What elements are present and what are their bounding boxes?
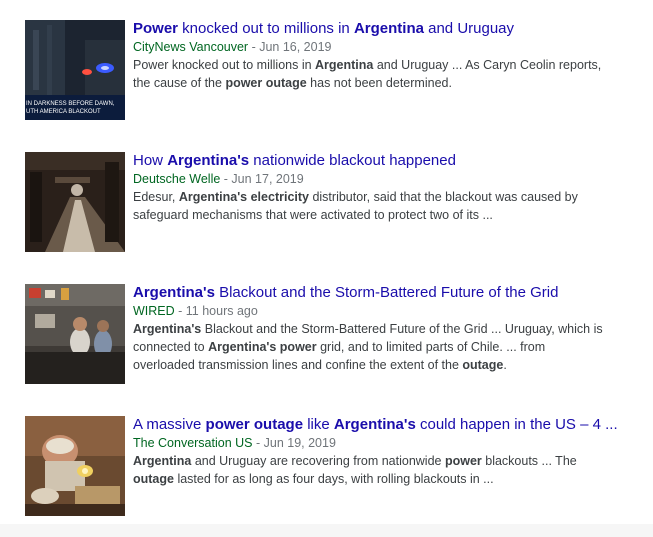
snippet-line: Argentina and Uruguay are recovering fro… bbox=[133, 452, 643, 470]
snippet-text: connected to bbox=[133, 340, 209, 354]
result-source: Deutsche Welle bbox=[133, 172, 221, 186]
snippet-line: Power knocked out to millions in Argenti… bbox=[133, 56, 643, 74]
result-thumbnail[interactable] bbox=[25, 152, 125, 252]
title-highlight: Argentina bbox=[353, 20, 424, 37]
snippet-text: grid, and to limited parts of Chile. ...… bbox=[316, 340, 546, 354]
result-source: The Conversation US bbox=[133, 436, 253, 450]
snippet-highlight: Argentina's power bbox=[208, 340, 317, 354]
result-thumbnail[interactable] bbox=[25, 416, 125, 516]
snippet-text: blackouts ... The bbox=[481, 454, 577, 468]
title-text: A massive bbox=[133, 416, 206, 433]
snippet-highlight: power outage bbox=[225, 76, 307, 90]
snippet-text: and Uruguay are recovering from nationwi… bbox=[191, 454, 445, 468]
title-text: could happen in the US – 4 ... bbox=[415, 416, 618, 433]
snippet-highlight: Argentina bbox=[315, 58, 374, 72]
result-snippet: Argentina's Blackout and the Storm-Batte… bbox=[133, 320, 643, 374]
snippet-text: . bbox=[503, 358, 507, 372]
snippet-highlight: outage bbox=[133, 472, 174, 486]
snippet-highlight: outage bbox=[462, 358, 504, 372]
result-source: CityNews Vancouver bbox=[133, 40, 249, 54]
result-meta: The Conversation US - Jun 19, 2019 bbox=[133, 435, 643, 452]
news-result: Argentina's Blackout and the Storm-Batte… bbox=[25, 284, 645, 384]
snippet-line: connected to Argentina's power grid, and… bbox=[133, 338, 643, 356]
result-snippet: Argentina and Uruguay are recovering fro… bbox=[133, 452, 643, 488]
result-title-link[interactable]: How Argentina's nationwide blackout happ… bbox=[133, 152, 643, 170]
snippet-text: distributor, said that the blackout was … bbox=[308, 190, 578, 204]
snippet-highlight: Argentina bbox=[133, 454, 192, 468]
title-text: knocked out to millions in bbox=[178, 20, 354, 37]
title-highlight: Argentina's bbox=[333, 416, 416, 433]
result-date: - Jun 16, 2019 bbox=[248, 40, 332, 54]
title-text: How bbox=[133, 152, 168, 169]
result-date: - Jun 17, 2019 bbox=[220, 172, 304, 186]
title-text: Blackout and the Storm-Battered Future o… bbox=[214, 284, 559, 301]
title-text: like bbox=[303, 416, 334, 433]
snippet-highlight: Argentina's electricity bbox=[178, 190, 309, 204]
snippet-line: the cause of the power outage has not be… bbox=[133, 74, 643, 92]
snippet-highlight: power bbox=[444, 454, 482, 468]
thumbnail-caption-line-1: IN DARKNESS BEFORE DAWN, bbox=[26, 101, 115, 107]
result-title-link[interactable]: Argentina's Blackout and the Storm-Batte… bbox=[133, 284, 643, 302]
title-highlight: power outage bbox=[205, 416, 304, 433]
snippet-text: has not been determined. bbox=[306, 76, 452, 90]
news-result: IN DARKNESS BEFORE DAWN, UTH AMERICA BLA… bbox=[25, 20, 645, 120]
result-title-link[interactable]: Power knocked out to millions in Argenti… bbox=[133, 20, 643, 38]
snippet-line: Argentina's Blackout and the Storm-Batte… bbox=[133, 320, 643, 338]
title-text: nationwide blackout happened bbox=[249, 152, 456, 169]
snippet-text: Power knocked out to millions in bbox=[133, 58, 316, 72]
thumbnail-caption-line-2: UTH AMERICA BLACKOUT bbox=[26, 109, 101, 115]
result-meta: CityNews Vancouver - Jun 16, 2019 bbox=[133, 39, 643, 56]
snippet-line: overloaded transmission lines and confin… bbox=[133, 356, 643, 374]
snippet-text: the cause of the bbox=[133, 76, 226, 90]
snippet-text: overloaded transmission lines and confin… bbox=[133, 358, 463, 372]
snippet-text: safeguard mechanisms that were activated… bbox=[133, 208, 493, 222]
snippet-text: and Uruguay ... As Caryn Ceolin reports, bbox=[373, 58, 602, 72]
page-bottom-divider bbox=[0, 524, 653, 537]
snippet-text: Edesur, bbox=[133, 190, 179, 204]
result-meta: Deutsche Welle - Jun 17, 2019 bbox=[133, 171, 643, 188]
title-highlight: Power bbox=[133, 20, 179, 37]
result-thumbnail[interactable]: IN DARKNESS BEFORE DAWN, UTH AMERICA BLA… bbox=[25, 20, 125, 120]
result-date: - 11 hours ago bbox=[174, 304, 258, 318]
title-text: and Uruguay bbox=[423, 20, 515, 37]
result-title-link[interactable]: A massive power outage like Argentina's … bbox=[133, 416, 643, 434]
result-snippet: Edesur, Argentina's electricity distribu… bbox=[133, 188, 643, 224]
snippet-line: outage lasted for as long as four days, … bbox=[133, 470, 643, 488]
result-source: WIRED bbox=[133, 304, 175, 318]
result-snippet: Power knocked out to millions in Argenti… bbox=[133, 56, 643, 92]
result-meta: WIRED - 11 hours ago bbox=[133, 303, 643, 320]
news-result: How Argentina's nationwide blackout happ… bbox=[25, 152, 645, 252]
snippet-line: safeguard mechanisms that were activated… bbox=[133, 206, 643, 224]
title-highlight: Argentina's bbox=[133, 284, 215, 301]
snippet-text: Blackout and the Storm-Battered Future o… bbox=[201, 322, 603, 336]
title-highlight: Argentina's bbox=[167, 152, 250, 169]
news-result: A massive power outage like Argentina's … bbox=[25, 416, 645, 516]
result-thumbnail[interactable] bbox=[25, 284, 125, 384]
snippet-text: lasted for as long as four days, with ro… bbox=[173, 472, 494, 486]
snippet-highlight: Argentina's bbox=[133, 322, 202, 336]
result-date: - Jun 19, 2019 bbox=[252, 436, 336, 450]
snippet-line: Edesur, Argentina's electricity distribu… bbox=[133, 188, 643, 206]
